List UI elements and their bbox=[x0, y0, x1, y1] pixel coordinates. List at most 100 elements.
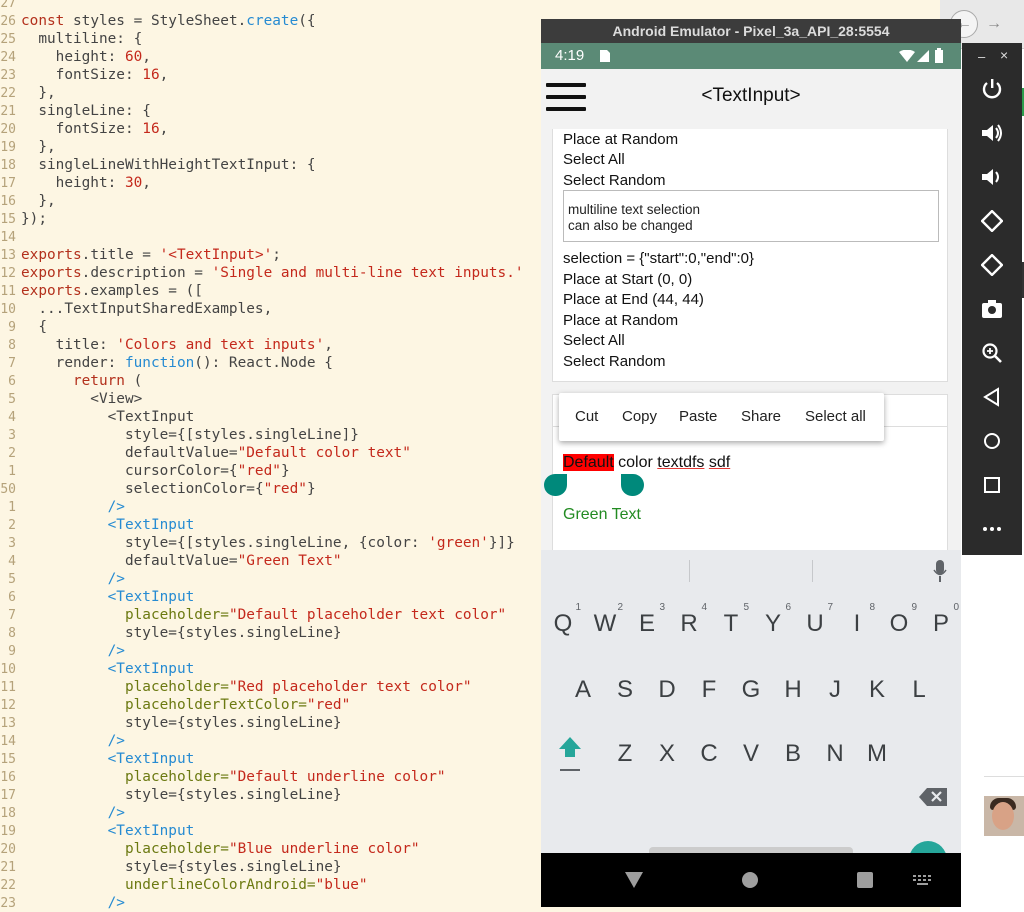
key-r[interactable]: R4 bbox=[669, 602, 709, 646]
key-h[interactable]: H bbox=[773, 668, 813, 712]
home-nav-icon[interactable] bbox=[741, 871, 759, 889]
key-w[interactable]: W2 bbox=[585, 602, 625, 646]
key-m[interactable]: M bbox=[857, 732, 897, 776]
select-random-button[interactable]: Select Random bbox=[563, 171, 666, 191]
code-line[interactable]: 16 }, bbox=[0, 192, 55, 210]
code-line[interactable]: 5 /> bbox=[0, 570, 125, 588]
more-button[interactable] bbox=[962, 511, 1022, 547]
green-text-input[interactable]: Green Text bbox=[563, 505, 641, 525]
key-l[interactable]: L bbox=[899, 668, 939, 712]
code-line[interactable]: 1 cursorColor={"red"} bbox=[0, 462, 289, 480]
key-u[interactable]: U7 bbox=[795, 602, 835, 646]
code-editor[interactable]: 27 26 const styles = StyleSheet.create({25… bbox=[0, 0, 560, 912]
code-line[interactable]: 25 multiline: { bbox=[0, 30, 142, 48]
code-line[interactable]: 12 exports.description = 'Single and mult… bbox=[0, 264, 523, 282]
emulator-title-bar[interactable]: Android Emulator - Pixel_3a_API_28:5554 bbox=[541, 19, 961, 43]
code-line[interactable]: 22 }, bbox=[0, 84, 55, 102]
rotate-left-button[interactable] bbox=[962, 203, 1022, 239]
code-line[interactable]: 18 /> bbox=[0, 804, 125, 822]
key-f[interactable]: F bbox=[689, 668, 729, 712]
key-c[interactable]: C bbox=[689, 732, 729, 776]
select-all-menu-item[interactable]: Select all bbox=[805, 408, 866, 425]
code-line[interactable]: 3 style={[styles.singleLine, {color: 'gr… bbox=[0, 534, 515, 552]
code-line[interactable]: 21 style={styles.singleLine} bbox=[0, 858, 341, 876]
key-j[interactable]: J bbox=[815, 668, 855, 712]
select-all-button[interactable]: Select All bbox=[563, 331, 625, 351]
paste-menu-item[interactable]: Paste bbox=[679, 408, 717, 425]
code-line[interactable]: 9 { bbox=[0, 318, 47, 336]
place-at-start-button[interactable]: Place at Start (0, 0) bbox=[563, 270, 692, 290]
copy-menu-item[interactable]: Copy bbox=[622, 408, 657, 425]
zoom-button[interactable] bbox=[962, 335, 1022, 371]
key-v[interactable]: V bbox=[731, 732, 771, 776]
code-line[interactable]: 23 fontSize: 16, bbox=[0, 66, 168, 84]
key-q[interactable]: Q1 bbox=[543, 602, 583, 646]
code-line[interactable]: 11 exports.examples = ([ bbox=[0, 282, 203, 300]
key-x[interactable]: X bbox=[647, 732, 687, 776]
overview-button[interactable] bbox=[962, 467, 1022, 503]
recents-nav-icon[interactable] bbox=[857, 872, 873, 888]
code-line[interactable]: 16 placeholder="Default underline color" bbox=[0, 768, 445, 786]
code-line[interactable]: 17 height: 30, bbox=[0, 174, 151, 192]
code-line[interactable]: 19 }, bbox=[0, 138, 55, 156]
code-line[interactable]: 4 <TextInput bbox=[0, 408, 194, 426]
code-line[interactable]: 9 /> bbox=[0, 642, 125, 660]
code-line[interactable]: 13 exports.title = '<TextInput>'; bbox=[0, 246, 281, 264]
key-n[interactable]: N bbox=[815, 732, 855, 776]
code-line[interactable]: 2 defaultValue="Default color text" bbox=[0, 444, 411, 462]
place-at-random-button[interactable]: Place at Random bbox=[563, 130, 678, 150]
key-g[interactable]: G bbox=[731, 668, 771, 712]
code-line[interactable]: 8 title: 'Colors and text inputs', bbox=[0, 336, 333, 354]
key-b[interactable]: B bbox=[773, 732, 813, 776]
code-line[interactable]: 1 /> bbox=[0, 498, 125, 516]
back-button[interactable] bbox=[962, 379, 1022, 415]
backspace-icon[interactable] bbox=[919, 788, 947, 806]
code-line[interactable]: 2 <TextInput bbox=[0, 516, 194, 534]
key-p[interactable]: P0 bbox=[921, 602, 961, 646]
code-line[interactable]: 10 ...TextInputSharedExamples, bbox=[0, 300, 272, 318]
code-line[interactable]: 10 <TextInput bbox=[0, 660, 194, 678]
code-line[interactable]: 20 fontSize: 16, bbox=[0, 120, 168, 138]
code-line[interactable]: 6 return ( bbox=[0, 372, 142, 390]
key-a[interactable]: A bbox=[563, 668, 603, 712]
code-line[interactable]: 12 placeholderTextColor="red" bbox=[0, 696, 350, 714]
code-line[interactable]: 23 /> bbox=[0, 894, 125, 912]
share-menu-item[interactable]: Share bbox=[741, 408, 781, 425]
minimize-icon[interactable]: – bbox=[978, 49, 985, 64]
place-at-random-button[interactable]: Place at Random bbox=[563, 311, 678, 331]
key-z[interactable]: Z bbox=[605, 732, 645, 776]
code-line[interactable]: 8 style={styles.singleLine} bbox=[0, 624, 341, 642]
shift-icon[interactable] bbox=[557, 735, 583, 775]
code-line[interactable]: 13 style={styles.singleLine} bbox=[0, 714, 341, 732]
close-icon[interactable]: × bbox=[1000, 47, 1008, 63]
home-button[interactable] bbox=[962, 423, 1022, 459]
code-line[interactable]: 3 style={[styles.singleLine]} bbox=[0, 426, 359, 444]
code-line[interactable]: 14 bbox=[0, 228, 21, 246]
key-s[interactable]: S bbox=[605, 668, 645, 712]
code-line[interactable]: 50 selectionColor={"red"} bbox=[0, 480, 315, 498]
screenshot-button[interactable] bbox=[962, 291, 1022, 327]
select-all-button[interactable]: Select All bbox=[563, 150, 625, 170]
key-e[interactable]: E3 bbox=[627, 602, 667, 646]
volume-down-button[interactable] bbox=[962, 159, 1022, 195]
code-line[interactable]: 19 <TextInput bbox=[0, 822, 194, 840]
forward-arrow-icon[interactable]: → bbox=[980, 10, 1008, 38]
default-color-text-input[interactable]: Default color textdfs sdf bbox=[563, 453, 730, 473]
code-line[interactable]: 24 height: 60, bbox=[0, 48, 151, 66]
key-y[interactable]: Y6 bbox=[753, 602, 793, 646]
back-nav-icon[interactable] bbox=[625, 872, 643, 888]
code-line[interactable]: 15 <TextInput bbox=[0, 750, 194, 768]
code-line[interactable]: 26 const styles = StyleSheet.create({ bbox=[0, 12, 315, 30]
key-i[interactable]: I8 bbox=[837, 602, 877, 646]
multiline-text-input[interactable]: multiline text selection can also be cha… bbox=[563, 190, 939, 242]
selection-handle-left[interactable] bbox=[544, 474, 567, 496]
device-screen[interactable]: 4:19 <TextInput> Place at Random Select … bbox=[541, 43, 961, 907]
code-line[interactable]: 7 render: function(): React.Node { bbox=[0, 354, 333, 372]
code-line[interactable]: 11 placeholder="Red placeholder text col… bbox=[0, 678, 471, 696]
selection-handle-right[interactable] bbox=[621, 474, 644, 496]
code-line[interactable]: 6 <TextInput bbox=[0, 588, 194, 606]
code-line[interactable]: 15}); bbox=[0, 210, 47, 228]
key-t[interactable]: T5 bbox=[711, 602, 751, 646]
code-line[interactable]: 17 style={styles.singleLine} bbox=[0, 786, 341, 804]
code-line[interactable]: 18 singleLineWithHeightTextInput: { bbox=[0, 156, 315, 174]
